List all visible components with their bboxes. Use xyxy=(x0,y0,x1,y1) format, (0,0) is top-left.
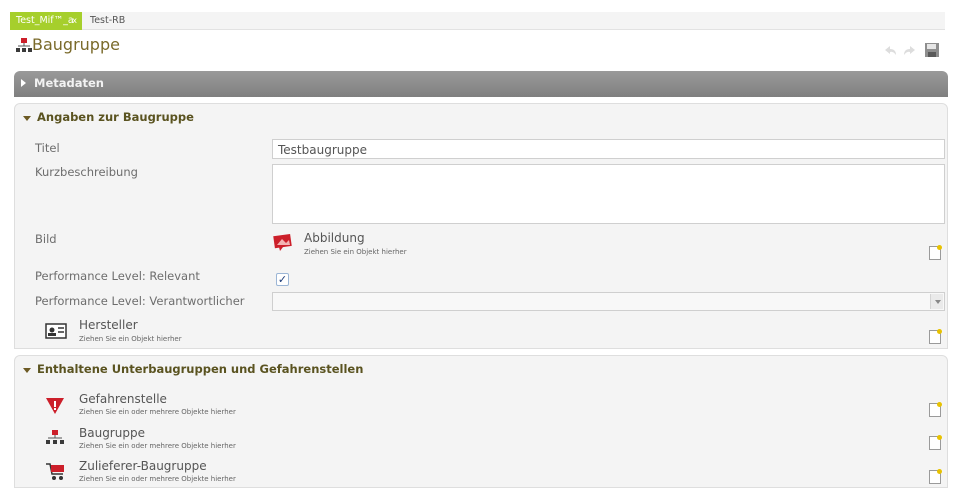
baugruppe-drop-hint: Ziehen Sie ein oder mehrere Objekte hier… xyxy=(79,442,236,450)
warning-icon xyxy=(45,396,65,419)
abbildung-drop-hint: Ziehen Sie ein Objekt hierher xyxy=(304,248,407,256)
contact-card-icon xyxy=(45,323,67,342)
kurzbeschreibung-input[interactable] xyxy=(272,164,945,224)
undo-icon[interactable] xyxy=(882,42,898,58)
gefahrenstelle-drop-hint: Ziehen Sie ein oder mehrere Objekte hier… xyxy=(79,408,236,416)
save-icon[interactable] xyxy=(924,42,940,58)
cart-icon xyxy=(45,462,67,485)
assembly-icon xyxy=(45,429,65,450)
section-enthaltene: Enthaltene Unterbaugruppen und Gefahrens… xyxy=(14,355,948,488)
new-document-icon[interactable] xyxy=(929,329,942,344)
section-angaben: Angaben zur Baugruppe Titel Testbaugrupp… xyxy=(14,103,948,349)
dropdown-arrow-icon[interactable] xyxy=(930,294,943,309)
tab-bar: Test_Mif™_a x Test-RB xyxy=(10,12,945,30)
bild-label: Bild xyxy=(35,232,57,246)
zulieferer-baugruppe-title: Zulieferer-Baugruppe xyxy=(79,459,207,473)
hersteller-drop-hint: Ziehen Sie ein Objekt hierher xyxy=(79,335,182,343)
pl-relevant-checkbox[interactable]: ✓ xyxy=(276,273,289,286)
image-icon xyxy=(273,232,295,255)
abbildung-title: Abbildung xyxy=(304,231,365,245)
pl-verantwortlicher-label: Performance Level: Verantwortlicher xyxy=(35,294,245,308)
titel-input[interactable]: Testbaugruppe xyxy=(272,139,945,159)
new-document-icon[interactable] xyxy=(929,435,942,450)
baugruppe-title: Baugruppe xyxy=(79,426,145,440)
hersteller-title: Hersteller xyxy=(79,318,138,332)
section-title: Enthaltene Unterbaugruppen und Gefahrens… xyxy=(37,362,364,376)
titel-label: Titel xyxy=(35,141,60,155)
zulieferer-baugruppe-drop-hint: Ziehen Sie ein oder mehrere Objekte hier… xyxy=(79,475,236,483)
kurzbeschreibung-label: Kurzbeschreibung xyxy=(35,165,138,179)
tab-test-rb[interactable]: Test-RB xyxy=(84,12,131,30)
collapse-arrow-icon xyxy=(23,116,31,121)
section-enthaltene-header[interactable]: Enthaltene Unterbaugruppen und Gefahrens… xyxy=(15,356,947,382)
expand-arrow-icon xyxy=(21,79,26,87)
section-title: Angaben zur Baugruppe xyxy=(37,110,194,124)
gefahrenstelle-title: Gefahrenstelle xyxy=(79,392,167,406)
page-title: Baugruppe xyxy=(32,35,120,54)
section-angaben-header[interactable]: Angaben zur Baugruppe xyxy=(15,104,947,130)
tab-close-icon[interactable]: x xyxy=(72,12,77,30)
assembly-icon xyxy=(16,37,32,56)
tab-label: Test-RB xyxy=(90,15,126,26)
pl-relevant-label: Performance Level: Relevant xyxy=(35,269,200,283)
metadata-label: Metadaten xyxy=(34,76,104,90)
new-document-icon[interactable] xyxy=(929,469,942,484)
pl-verantwortlicher-select[interactable] xyxy=(272,292,945,311)
metadata-section-toggle[interactable]: Metadaten xyxy=(14,71,948,97)
new-document-icon[interactable] xyxy=(929,402,942,417)
new-document-icon[interactable] xyxy=(929,245,942,260)
tab-test-mif[interactable]: Test_Mif™_a x xyxy=(10,12,82,30)
collapse-arrow-icon xyxy=(23,368,31,373)
redo-icon[interactable] xyxy=(902,42,918,58)
tab-label: Test_Mif™_a xyxy=(16,15,74,26)
page-header: Baugruppe xyxy=(10,32,945,66)
